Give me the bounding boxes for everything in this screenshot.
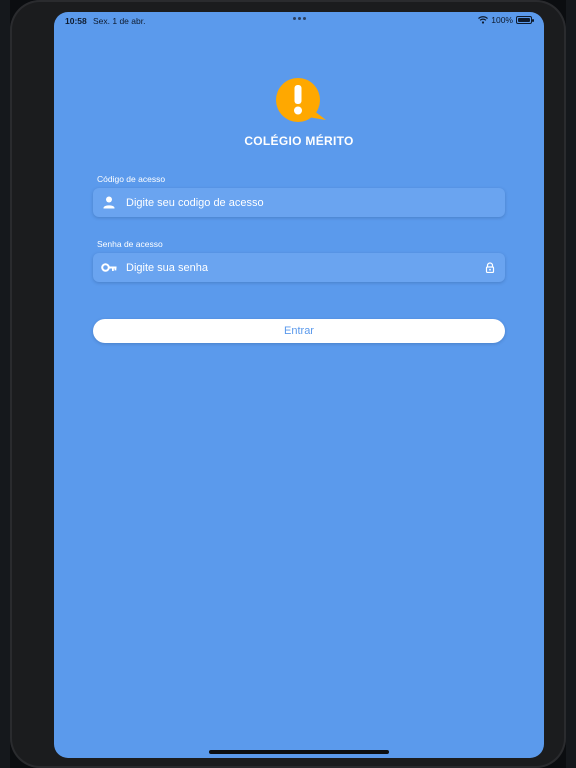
- status-date: Sex. 1 de abr.: [93, 16, 146, 26]
- battery-icon: [516, 16, 534, 24]
- tablet-device-frame: 10:58 Sex. 1 de abr. 100% COLÉGIO MÉRITO…: [10, 0, 566, 768]
- login-button[interactable]: Entrar: [93, 319, 505, 343]
- password-field[interactable]: [93, 253, 505, 282]
- access-code-field[interactable]: [93, 188, 505, 217]
- exclamation-bubble-icon: [276, 78, 326, 122]
- background-editor-left: [0, 0, 10, 768]
- wifi-icon: [478, 16, 489, 24]
- access-code-label: Código de acesso: [97, 174, 166, 184]
- password-label: Senha de acesso: [97, 239, 163, 249]
- home-indicator[interactable]: [209, 750, 389, 754]
- access-code-input[interactable]: [126, 188, 466, 217]
- status-time: 10:58: [65, 16, 87, 26]
- background-editor-right: [566, 0, 576, 768]
- lock-icon[interactable]: [485, 262, 495, 273]
- app-screen: 10:58 Sex. 1 de abr. 100% COLÉGIO MÉRITO…: [54, 12, 544, 758]
- battery-percentage: 100%: [491, 15, 513, 25]
- person-icon: [103, 196, 115, 209]
- status-indicators: 100%: [478, 15, 534, 25]
- password-input[interactable]: [126, 253, 466, 282]
- status-bar: 10:58 Sex. 1 de abr. 100%: [54, 12, 544, 30]
- desktop-background: 10:58 Sex. 1 de abr. 100% COLÉGIO MÉRITO…: [0, 0, 576, 768]
- multitasking-dots-icon[interactable]: [292, 16, 306, 20]
- school-name: COLÉGIO MÉRITO: [244, 134, 354, 148]
- key-icon: [101, 263, 117, 272]
